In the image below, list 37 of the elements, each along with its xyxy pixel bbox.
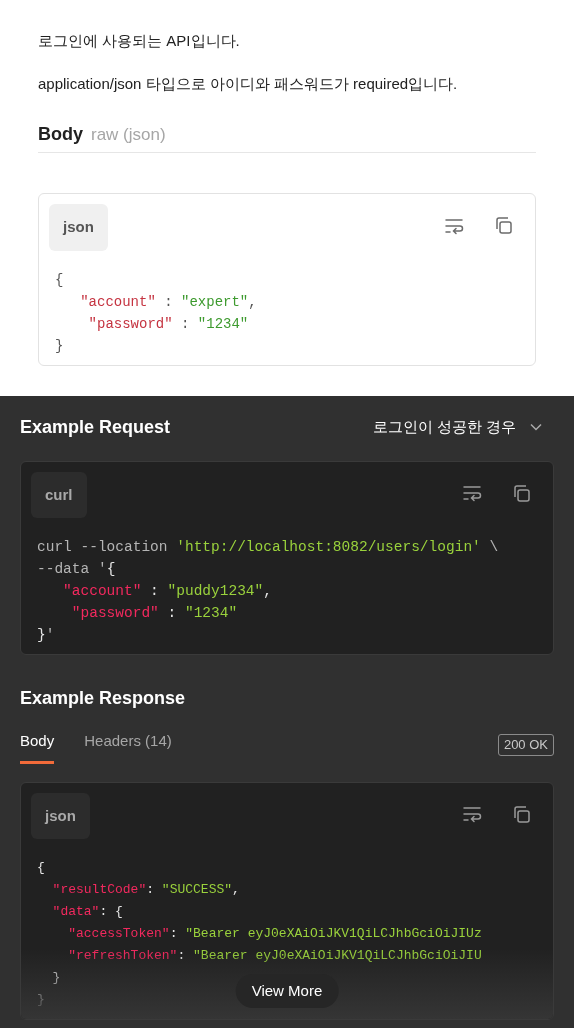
- code-line: {: [55, 270, 64, 290]
- wrap-lines-icon[interactable]: [444, 216, 464, 235]
- language-label: json: [49, 204, 108, 251]
- chevron-down-icon: [530, 423, 542, 431]
- section-title: Example Response: [20, 687, 187, 710]
- copy-icon[interactable]: [512, 483, 531, 503]
- code-line: "account" : "expert",: [79, 292, 257, 312]
- code-line: "password" : "1234": [87, 314, 249, 334]
- response-tab[interactable]: Body: [20, 730, 55, 764]
- code-line: }: [55, 336, 64, 356]
- code-line: "account" : "puddy1234",: [62, 582, 272, 601]
- code-line: "data": {: [51, 903, 123, 921]
- body-type-label: raw (json): [91, 124, 166, 146]
- section-title: Body: [38, 123, 83, 146]
- view-more-button[interactable]: View More: [235, 973, 339, 1008]
- code-line: curl --location 'http://localhost:8082/users/login' \: [37, 538, 499, 557]
- code-line: "resultCode": "SUCCESS",: [51, 881, 240, 899]
- code-line: "password" : "1234": [70, 604, 238, 623]
- code-line: "accessToken": "Bearer eyJ0eXAiOiJKV1QiLCJhbGciOiJIUz: [67, 925, 482, 943]
- response-tab[interactable]: Headers (14): [84, 730, 172, 764]
- copy-icon[interactable]: [512, 804, 531, 824]
- code-line: {: [37, 859, 45, 877]
- example-dropdown[interactable]: 로그인이 성공한 경우: [372, 415, 554, 439]
- code-line: }: [37, 991, 45, 1009]
- wrap-lines-icon[interactable]: [462, 484, 482, 502]
- language-label: curl: [31, 471, 87, 518]
- section-title: Example Request: [20, 415, 171, 439]
- status-code: 200 OK: [497, 734, 554, 756]
- code-line: "refreshToken": "Bearer eyJ0eXAiOiJKV1QiLCJhbGciOiJIU: [67, 947, 482, 965]
- language-label: json: [31, 792, 90, 839]
- wrap-lines-icon[interactable]: [462, 805, 482, 823]
- description-text: application/json 타입으로 아이디와 패스워드가 required입니다.: [38, 73, 459, 94]
- copy-icon[interactable]: [494, 216, 513, 235]
- description-text: 로그인에 사용되는 API입니다.: [38, 31, 241, 51]
- code-line: }': [37, 626, 55, 645]
- code-line: --data '{: [37, 560, 116, 579]
- code-line: }: [51, 969, 61, 987]
